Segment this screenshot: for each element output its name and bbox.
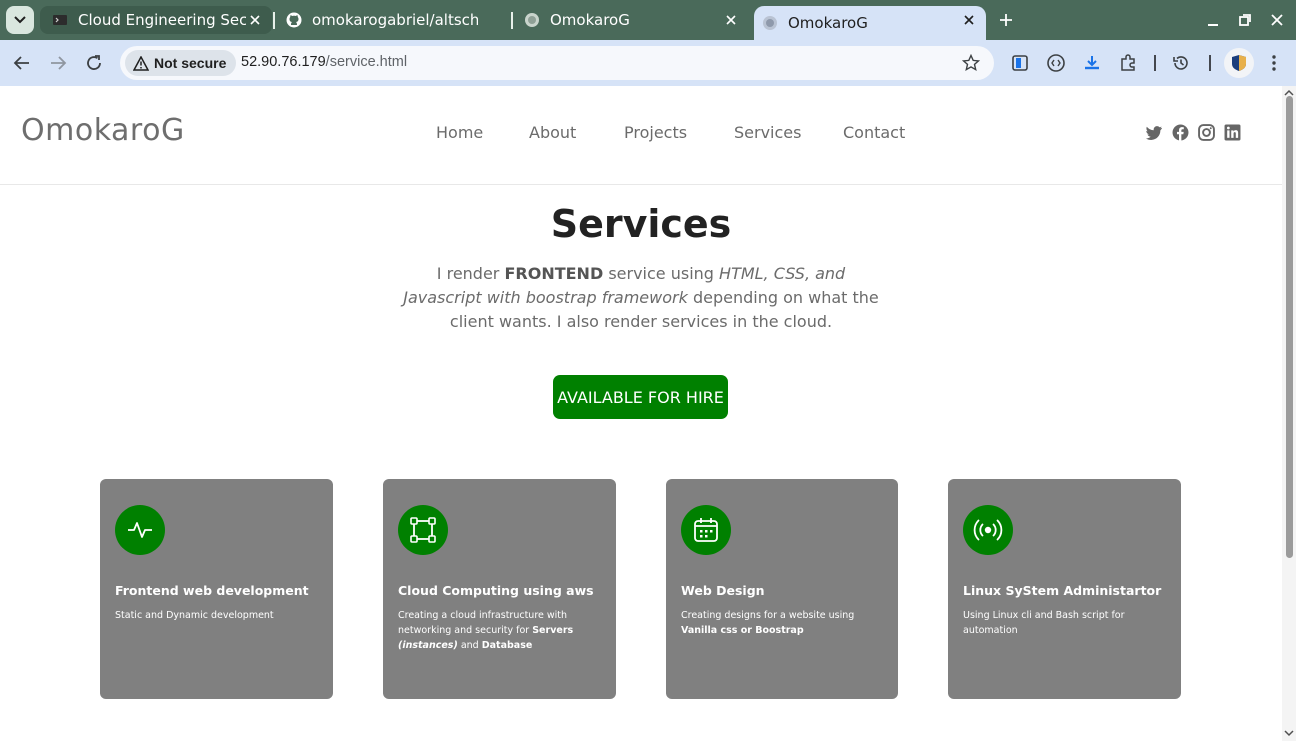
scroll-down-icon[interactable] (1284, 729, 1294, 737)
service-card-linux[interactable]: Linux SyStem Administartor Using Linux c… (948, 479, 1181, 699)
tab-title: OmokaroG (550, 11, 630, 29)
hero-text-part1: I render (436, 264, 505, 283)
security-label: Not secure (154, 55, 227, 71)
card-text-part1: Creating designs for a website using (681, 610, 855, 621)
security-chip[interactable]: Not secure (125, 50, 237, 76)
more-menu-icon[interactable] (1264, 53, 1284, 73)
bookmark-star-icon[interactable] (962, 54, 980, 72)
chevron-down-icon (14, 16, 26, 24)
site-brand[interactable]: OmokaroG (21, 113, 185, 148)
card-icon-circle (115, 505, 165, 555)
hero-text-bold: FRONTEND (504, 264, 604, 283)
close-icon[interactable] (724, 13, 738, 27)
warning-icon (133, 55, 149, 71)
card-title: Web Design (681, 583, 765, 598)
reload-icon[interactable] (83, 52, 105, 74)
card-text: Static and Dynamic development (115, 610, 274, 621)
scroll-thumb[interactable] (1286, 96, 1293, 558)
bounding-box-icon (410, 517, 436, 543)
service-card-web-design[interactable]: Web Design Creating designs for a websit… (666, 479, 898, 699)
nav-projects[interactable]: Projects (624, 123, 687, 142)
github-icon (286, 12, 302, 28)
card-text-bold: Database (481, 640, 533, 651)
tab-bar: Cloud Engineering Secon omokarogabriel/a… (0, 0, 1296, 40)
nav-services[interactable]: Services (734, 123, 801, 142)
close-window-icon[interactable] (1269, 12, 1285, 28)
nav-home[interactable]: Home (436, 123, 483, 142)
card-text-bold: Vanilla css or Boostrap (681, 625, 804, 636)
tab-search-button[interactable] (6, 6, 34, 34)
close-icon[interactable] (962, 13, 976, 27)
hero-text-part2: service using (603, 264, 720, 283)
instagram-icon[interactable] (1198, 124, 1215, 141)
broadcast-icon (973, 519, 1003, 541)
url-path: /service.html (325, 54, 408, 70)
restore-icon[interactable] (1237, 12, 1253, 28)
tab-separator (511, 12, 513, 29)
activity-icon (128, 522, 152, 538)
extensions-puzzle-icon[interactable] (1118, 53, 1138, 73)
card-title: Frontend web development (115, 583, 309, 598)
toolbar-divider (1154, 55, 1156, 71)
card-title: Cloud Computing using aws (398, 583, 594, 598)
tab-separator (273, 12, 275, 29)
card-text-italic-bold: (instances) (398, 640, 458, 651)
browser-toolbar: Not secure 52.90.76.179/service.html (0, 40, 1296, 86)
terminal-icon (53, 15, 67, 25)
forward-arrow-icon[interactable] (47, 52, 69, 74)
tab-title: omokarogabriel/altschoo (312, 11, 478, 29)
twitter-icon[interactable] (1146, 124, 1163, 141)
card-text: Creating designs for a website using Van… (681, 608, 886, 638)
service-card-cloud[interactable]: Cloud Computing using aws Creating a clo… (383, 479, 616, 699)
hero-description: I render FRONTEND service using HTML, CS… (398, 262, 884, 334)
site-header: OmokaroG Home About Projects Services Co… (0, 86, 1282, 185)
card-text-bold: Servers (532, 625, 574, 636)
facebook-icon[interactable] (1172, 124, 1189, 141)
minimize-icon[interactable] (1205, 12, 1221, 28)
tab-title: Cloud Engineering Secon (78, 11, 246, 29)
card-text: Using Linux cli and Bash script for auto… (963, 610, 1125, 636)
tab-title: OmokaroG (788, 14, 868, 32)
address-bar[interactable]: Not secure 52.90.76.179/service.html (120, 46, 994, 80)
calendar-icon (694, 518, 718, 542)
tab-omokarog[interactable]: OmokaroG (522, 6, 752, 34)
profile-icon (1232, 55, 1246, 71)
web-page: OmokaroG Home About Projects Services Co… (0, 86, 1282, 741)
linkedin-icon[interactable] (1224, 124, 1241, 141)
close-icon[interactable] (248, 13, 262, 27)
back-arrow-icon[interactable] (11, 52, 33, 74)
reading-list-icon[interactable] (1010, 53, 1030, 73)
url-text[interactable]: 52.90.76.179/service.html (241, 54, 407, 70)
page-title: Services (550, 202, 732, 246)
card-text-part2: and (457, 640, 482, 651)
nav-about[interactable]: About (529, 123, 576, 142)
new-tab-icon[interactable] (996, 10, 1016, 30)
globe-icon (525, 13, 539, 27)
history-icon[interactable] (1171, 53, 1191, 73)
card-text: Creating a cloud infrastructure with net… (398, 608, 603, 653)
toolbar-divider (1209, 55, 1211, 71)
available-for-hire-button[interactable]: AVAILABLE FOR HIRE (553, 375, 728, 419)
service-card-frontend[interactable]: Frontend web development Static and Dyna… (100, 479, 333, 699)
page-scrollbar[interactable] (1282, 86, 1296, 741)
tab-github[interactable]: omokarogabriel/altschoo (284, 6, 510, 34)
card-icon-circle (963, 505, 1013, 555)
globe-icon (763, 16, 777, 30)
tab-omokarog-active[interactable]: OmokaroG (754, 6, 986, 40)
card-icon-circle (398, 505, 448, 555)
profile-avatar[interactable] (1224, 48, 1254, 78)
url-host: 52.90.76.179 (241, 54, 326, 70)
extension-code-icon[interactable] (1046, 53, 1066, 73)
card-icon-circle (681, 505, 731, 555)
tab-cloud-engineering[interactable]: Cloud Engineering Secon (40, 6, 272, 34)
download-icon[interactable] (1082, 53, 1102, 73)
nav-contact[interactable]: Contact (843, 123, 905, 142)
card-title: Linux SyStem Administartor (963, 583, 1162, 598)
